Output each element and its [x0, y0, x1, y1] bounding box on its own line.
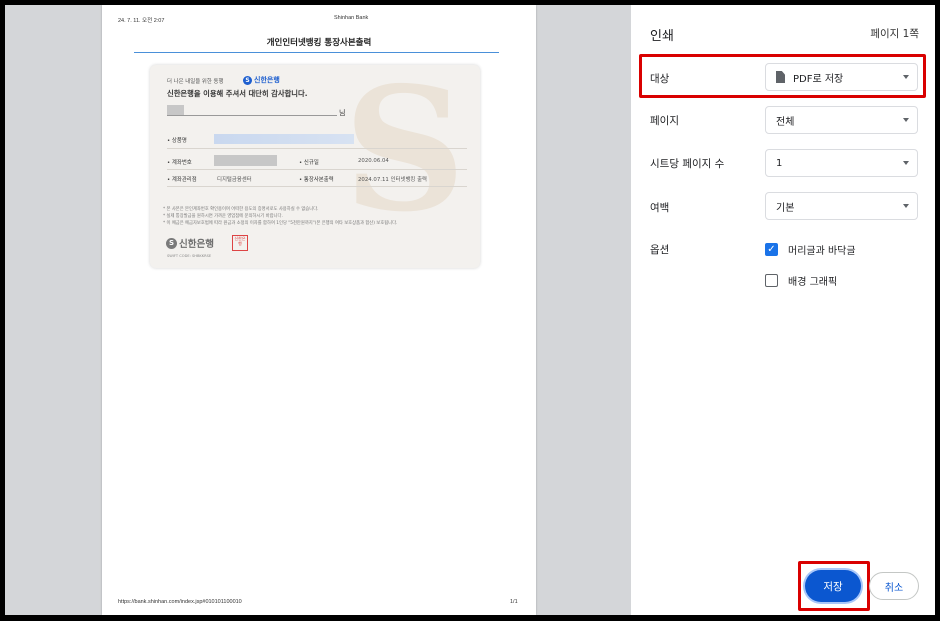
- chevron-down-icon: [903, 118, 909, 122]
- chevron-down-icon: [903, 75, 909, 79]
- pages-value: 전체: [776, 116, 795, 128]
- cancel-button[interactable]: 취소: [869, 572, 919, 600]
- preview-page: 24. 7. 11. 오전 2:07 Shinhan Bank 개인인터넷뱅킹 …: [102, 5, 536, 615]
- page-count: 페이지 1쪽: [870, 28, 919, 40]
- card-logo-text: 신한은행: [179, 239, 214, 250]
- document-title: 개인인터넷뱅킹 통장사본출력: [266, 38, 372, 48]
- title-divider: [134, 52, 499, 53]
- note-line: * 실제 통장발급을 원하시면 가까운 영업점에 문의하시기 바랍니다.: [163, 214, 283, 219]
- note-line: * 이 예금은 예금자보호법에 따라 원금과 소정의 이자를 합하여 1인당 "…: [163, 221, 398, 226]
- card-notes: * 본 사본은 본인계좌번호 확인용이며 어떠한 용도의 증명서로도 사용하실 …: [163, 206, 397, 227]
- save-button[interactable]: 저장: [805, 570, 861, 602]
- name-suffix: 님: [339, 109, 346, 117]
- margins-select[interactable]: 기본: [765, 192, 918, 220]
- pages-per-sheet-select[interactable]: 1: [765, 149, 918, 177]
- row-divider: [167, 186, 467, 187]
- bank-name: 신한은행: [254, 76, 280, 84]
- pages-per-sheet-label: 시트당 페이지 수: [650, 158, 725, 170]
- document-icon: [776, 71, 785, 83]
- print-settings-panel: 인쇄 페이지 1쪽 대상 PDF로 저장 페이지 전체 시트당 페이지 수 1 …: [631, 5, 935, 615]
- background-option-label: 배경 그래픽: [788, 277, 838, 288]
- card-bank-logo: S 신한은행: [166, 236, 214, 250]
- chevron-down-icon: [903, 161, 909, 165]
- redacted-name: [167, 105, 184, 115]
- pages-select[interactable]: 전체: [765, 106, 918, 134]
- print-title: 인쇄: [650, 29, 674, 44]
- bank-badge: S 신한은행: [243, 75, 280, 85]
- margins-label: 여백: [650, 202, 670, 214]
- shinhan-logo-icon: S: [166, 237, 177, 249]
- redacted-account: [214, 155, 277, 166]
- manager-label: 계좌관리점: [167, 175, 197, 183]
- background-graphics-checkbox[interactable]: [765, 274, 778, 287]
- print-preview-pane[interactable]: 24. 7. 11. 오전 2:07 Shinhan Bank 개인인터넷뱅킹 …: [5, 5, 631, 615]
- row-divider: [167, 169, 467, 170]
- option-headers-footers[interactable]: ✓ 머리글과 바닥글: [765, 242, 856, 257]
- shinhan-logo-icon: S: [243, 75, 252, 85]
- option-background-graphics[interactable]: 배경 그래픽: [765, 273, 837, 288]
- headers-option-label: 머리글과 바닥글: [788, 246, 856, 257]
- redacted-product: [214, 134, 354, 144]
- destination-label: 대상: [650, 73, 670, 85]
- name-underline: [167, 115, 337, 116]
- note-line: * 본 사본은 본인계좌번호 확인용이며 어떠한 용도의 증명서로도 사용하실 …: [163, 207, 319, 212]
- row-divider: [167, 148, 467, 149]
- bank-seal-stamp: 신한은행: [232, 235, 248, 251]
- headers-checkbox[interactable]: ✓: [765, 243, 778, 256]
- options-label: 옵션: [650, 244, 670, 256]
- card-greeting: 더 나은 내일을 위한 동행: [167, 79, 224, 85]
- chevron-down-icon: [903, 204, 909, 208]
- account-label: 계좌번호: [167, 158, 192, 166]
- manager-value: 디지털금융센터: [217, 177, 252, 183]
- print-value: 2024.07.11 인터넷뱅킹 출력: [358, 177, 428, 183]
- page-footer-number: 1/1: [510, 599, 518, 605]
- swift-code: SWIFT CODE: SHBKKRSE: [167, 254, 212, 258]
- opened-value: 2020.06.04: [358, 158, 389, 164]
- checkmark-icon: ✓: [767, 243, 776, 255]
- pages-per-sheet-value: 1: [776, 157, 783, 169]
- thanks-message: 신한은행을 이용해 주셔서 대단히 감사합니다.: [167, 89, 308, 98]
- page-footer-url: https://bank.shinhan.com/index.jsp#01010…: [118, 599, 242, 605]
- margins-value: 기본: [776, 202, 795, 214]
- opened-label: 신규일: [299, 158, 319, 166]
- pages-label: 페이지: [650, 115, 679, 127]
- product-label: 상품명: [167, 136, 187, 144]
- account-copy-card: S 더 나은 내일을 위한 동행 S 신한은행 신한은행을 이용해 주셔서 대단…: [150, 65, 480, 268]
- destination-value: PDF로 저장: [793, 73, 844, 85]
- print-label: 통장사본출력: [299, 175, 334, 183]
- page-header-site: Shinhan Bank: [334, 15, 369, 21]
- destination-select[interactable]: PDF로 저장: [765, 63, 918, 91]
- page-header-date: 24. 7. 11. 오전 2:07: [118, 18, 165, 24]
